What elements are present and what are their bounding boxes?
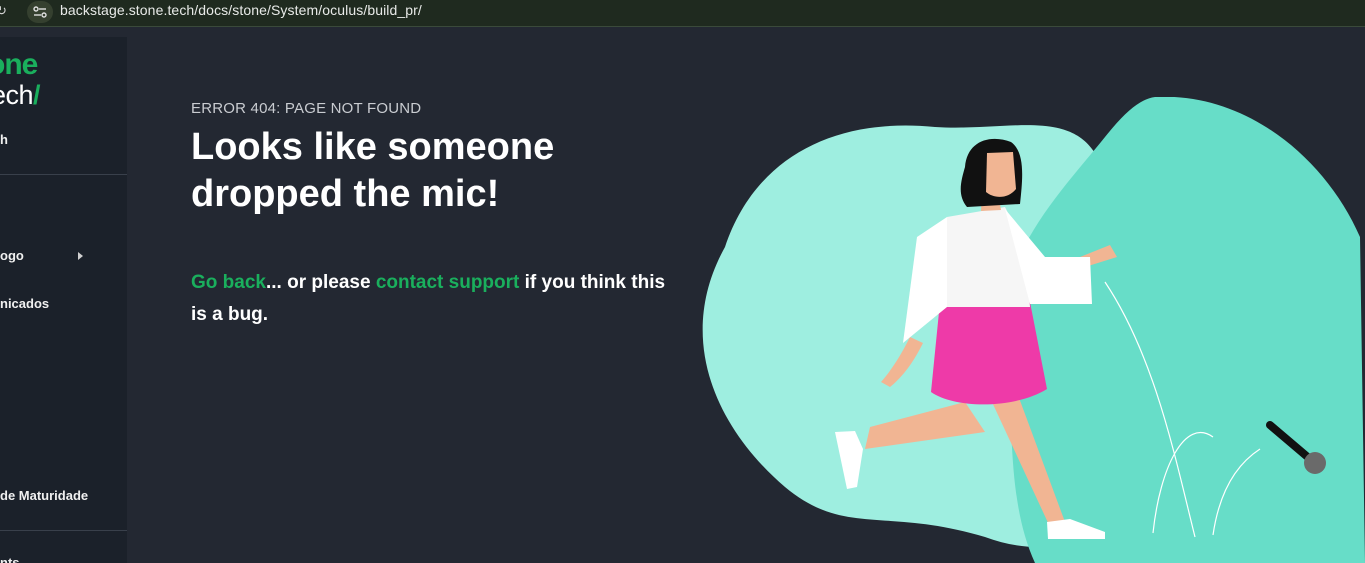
page-title: Looks like someone dropped the mic! — [191, 126, 555, 215]
dropped-mic-illustration — [702, 97, 1365, 563]
logo-bottom[interactable]: ech/ — [0, 80, 41, 110]
skirt — [931, 302, 1047, 405]
logo-top[interactable]: one — [0, 50, 38, 80]
logo-slash: / — [33, 80, 41, 110]
browser-address-bar: ↻ backstage.stone.tech/docs/stone/System… — [0, 0, 1365, 27]
error-message: Go back... or please contact support if … — [191, 267, 671, 331]
sidebar-item-maturidade[interactable]: de Maturidade — [0, 488, 88, 503]
sidebar: one ech/ h ogo nicados de Maturidade nts — [0, 37, 127, 563]
microphone-head — [1304, 452, 1326, 474]
message-middle: ... or please — [265, 272, 376, 293]
sidebar-divider — [0, 530, 127, 531]
logo-bottom-text: ech — [0, 80, 34, 110]
error-code: ERROR 404: PAGE NOT FOUND — [191, 100, 422, 117]
sidebar-item-catalogo[interactable]: ogo — [0, 248, 24, 263]
contact-support-link[interactable]: contact support — [376, 272, 520, 293]
reload-icon[interactable]: ↻ — [0, 3, 7, 19]
site-info-icon[interactable] — [27, 1, 53, 23]
face — [986, 152, 1016, 197]
url-text[interactable]: backstage.stone.tech/docs/stone/System/o… — [60, 2, 422, 18]
go-back-link[interactable]: Go back — [191, 272, 266, 293]
sidebar-item-comunicados[interactable]: nicados — [0, 296, 49, 311]
chevron-right-icon — [78, 252, 83, 260]
sidebar-item-search[interactable]: h — [0, 132, 8, 147]
sidebar-item-components[interactable]: nts — [0, 555, 20, 563]
sidebar-divider — [0, 174, 127, 175]
